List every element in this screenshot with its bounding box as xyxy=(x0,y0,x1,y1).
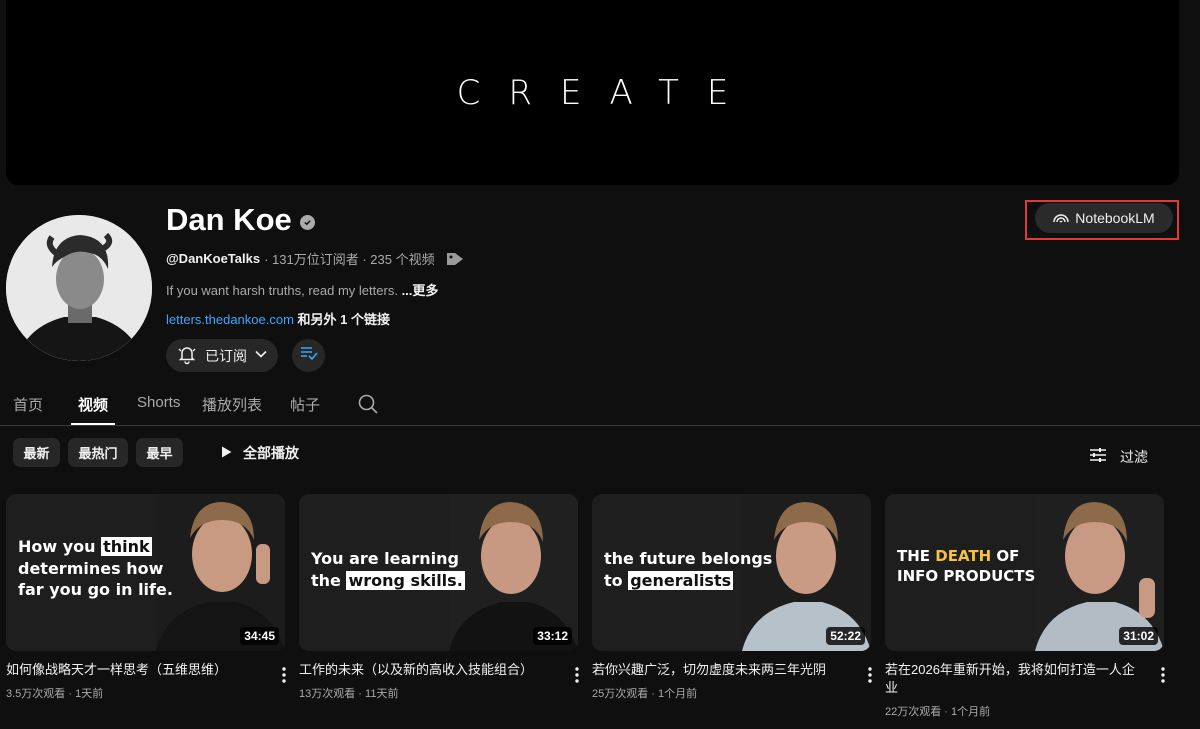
channel-name: Dan Koe xyxy=(166,202,292,237)
channel-title: Dan Koe xyxy=(166,202,315,238)
tab-videos[interactable]: 视频 xyxy=(78,394,108,415)
filter-button[interactable]: 过滤 xyxy=(1088,446,1148,467)
caption-highlight: think xyxy=(101,537,152,556)
subscribed-label: 已订阅 xyxy=(205,347,247,364)
more-options-icon[interactable] xyxy=(574,666,580,689)
channel-links: letters.thedankoe.com 和另外 1 个链接 xyxy=(166,309,390,328)
banner-text: CREATE xyxy=(456,72,757,113)
video-age: 11天前 xyxy=(365,688,399,700)
caption-line: far you go in life. xyxy=(18,580,173,600)
video-title[interactable]: 若在2026年重新开始，我将如何打造一人企业 xyxy=(885,661,1140,697)
channel-description[interactable]: If you want harsh truths, read my letter… xyxy=(166,280,438,299)
play-all-button[interactable]: 全部播放 xyxy=(219,443,299,463)
channel-tabs: 首页 视频 Shorts 播放列表 帖子 xyxy=(0,384,1200,426)
video-views: 3.5万次观看 xyxy=(6,688,66,700)
tab-shorts[interactable]: Shorts xyxy=(137,394,180,411)
video-meta: 3.5万次观看 · 1天前 xyxy=(6,688,104,700)
caption-line: INFO PRODUCTS xyxy=(897,567,1036,586)
play-all-label: 全部播放 xyxy=(243,445,299,461)
video-age: 1个月前 xyxy=(658,688,698,700)
caption-highlight: wrong skills. xyxy=(346,570,465,590)
notebooklm-label: NotebookLM xyxy=(1075,210,1155,226)
video-duration: 31:02 xyxy=(1119,627,1158,645)
playlist-add-button[interactable] xyxy=(292,339,325,372)
video-title[interactable]: 若你兴趣广泛，切勿虚度未来两三年光阴 xyxy=(592,661,847,679)
subscribed-button[interactable]: 已订阅 xyxy=(166,339,278,372)
chip-oldest[interactable]: 最早 xyxy=(136,438,183,467)
playlist-check-icon xyxy=(299,344,319,367)
more-link[interactable]: ...更多 xyxy=(402,283,439,298)
chip-latest[interactable]: 最新 xyxy=(13,438,60,467)
more-options-icon[interactable] xyxy=(867,666,873,689)
channel-meta: @DanKoeTalks · 131万位订阅者 · 235 个视频 xyxy=(166,249,465,268)
caption-line: the xyxy=(311,570,347,590)
video-views: 22万次观看 xyxy=(885,706,942,718)
video-card[interactable]: You are learning the wrong skills. 33:12… xyxy=(299,494,580,701)
caption-line: OF xyxy=(991,547,1020,565)
chip-popular[interactable]: 最热门 xyxy=(68,438,128,467)
caption-line: the future belongs xyxy=(604,549,773,568)
notebooklm-button[interactable]: NotebookLM xyxy=(1035,203,1173,233)
video-thumbnail[interactable]: How you think determines how far you go … xyxy=(6,494,285,651)
active-tab-indicator xyxy=(71,423,115,425)
more-links[interactable]: 和另外 1 个链接 xyxy=(298,312,390,327)
video-duration: 33:12 xyxy=(533,627,572,645)
caption-line: THE xyxy=(897,547,936,565)
video-thumbnail[interactable]: the future belongs to generalists 52:22 xyxy=(592,494,871,651)
video-meta: 22万次观看 · 1个月前 xyxy=(885,706,991,718)
video-duration: 52:22 xyxy=(826,627,865,645)
thumbnail-caption: How you think determines how far you go … xyxy=(18,536,173,601)
tab-home[interactable]: 首页 xyxy=(13,394,43,415)
filter-icon xyxy=(1088,446,1108,467)
chevron-down-icon xyxy=(254,347,268,364)
tab-posts[interactable]: 帖子 xyxy=(290,394,320,415)
caption-highlight: generalists xyxy=(628,570,734,590)
video-card[interactable]: THE DEATH OF INFO PRODUCTS 31:02 若在2026年… xyxy=(885,494,1166,719)
video-title[interactable]: 如何像战略天才一样思考（五维思维） xyxy=(6,661,261,679)
video-age: 1天前 xyxy=(75,688,104,700)
caption-line: determines how xyxy=(18,558,164,578)
video-views: 13万次观看 xyxy=(299,688,356,700)
channel-avatar[interactable] xyxy=(6,215,152,361)
tab-playlists[interactable]: 播放列表 xyxy=(202,394,262,415)
caption-line: You are learning xyxy=(311,549,459,568)
video-views: 25万次观看 xyxy=(592,688,649,700)
video-age: 1个月前 xyxy=(951,706,991,718)
channel-stats: · 131万位订阅者 · 235 个视频 xyxy=(264,252,435,267)
more-options-icon[interactable] xyxy=(281,666,287,689)
video-card[interactable]: How you think determines how far you go … xyxy=(6,494,287,701)
video-thumbnail[interactable]: THE DEATH OF INFO PRODUCTS 31:02 xyxy=(885,494,1164,651)
notebooklm-icon xyxy=(1053,210,1070,226)
caption-line: to xyxy=(604,570,629,590)
video-duration: 34:45 xyxy=(240,627,279,645)
video-thumbnail[interactable]: You are learning the wrong skills. 33:12 xyxy=(299,494,578,651)
play-icon xyxy=(219,445,233,462)
video-meta: 13万次观看 · 11天前 xyxy=(299,688,399,700)
thumbnail-caption: You are learning the wrong skills. xyxy=(311,548,465,591)
caption-line: How you xyxy=(18,537,102,556)
thumbnail-caption: THE DEATH OF INFO PRODUCTS xyxy=(897,546,1035,587)
tag-icon[interactable] xyxy=(445,251,465,267)
verified-icon xyxy=(299,214,315,230)
search-icon[interactable] xyxy=(357,393,379,420)
thumbnail-caption: the future belongs to generalists xyxy=(604,548,772,591)
video-card[interactable]: the future belongs to generalists 52:22 … xyxy=(592,494,873,701)
bell-icon xyxy=(176,343,198,368)
video-meta: 25万次观看 · 1个月前 xyxy=(592,688,698,700)
website-link[interactable]: letters.thedankoe.com xyxy=(166,312,294,327)
channel-banner: CREATE xyxy=(6,0,1179,185)
channel-handle: @DanKoeTalks xyxy=(166,251,261,266)
more-options-icon[interactable] xyxy=(1160,666,1166,689)
video-title[interactable]: 工作的未来（以及新的高收入技能组合） xyxy=(299,661,554,679)
caption-gold-word: DEATH xyxy=(935,547,992,565)
filter-label: 过滤 xyxy=(1120,448,1148,465)
description-text: If you want harsh truths, read my letter… xyxy=(166,283,398,298)
